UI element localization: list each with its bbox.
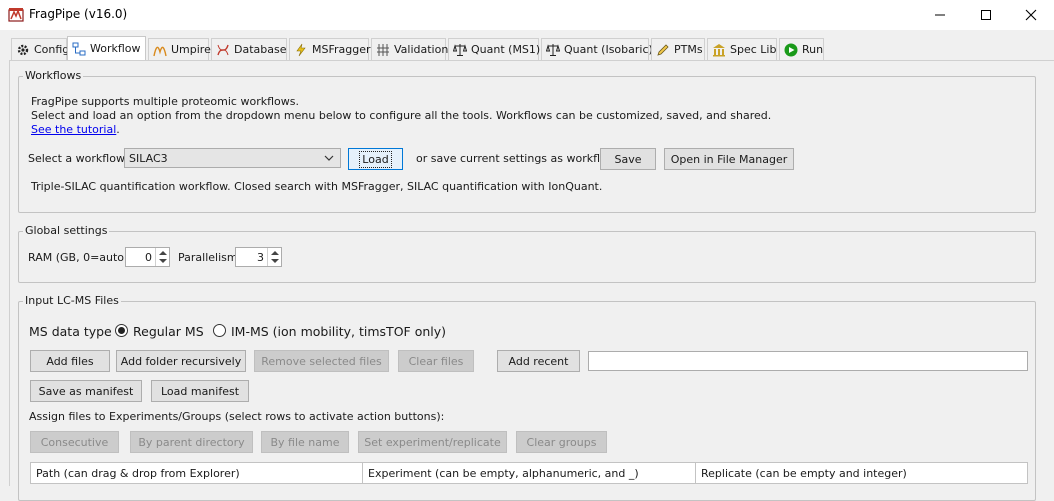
- pencil-icon: [657, 43, 669, 56]
- workflow-select[interactable]: SILAC3: [124, 148, 341, 168]
- tab-label: Validation: [394, 43, 449, 56]
- radio-im-ms-label[interactable]: IM-MS (ion mobility, timsTOF only): [231, 324, 446, 339]
- workflows-group: Workflows FragPipe supports multiple pro…: [18, 69, 1036, 213]
- tab-label: Run: [802, 43, 824, 56]
- spin-up-icon[interactable]: [271, 251, 279, 255]
- scale-icon: [546, 43, 560, 56]
- add-files-button[interactable]: Add files: [30, 350, 110, 372]
- ram-value: 0: [145, 251, 152, 264]
- scale-icon: [453, 43, 467, 56]
- input-files-title: Input LC-MS Files: [23, 294, 121, 307]
- tutorial-period: .: [116, 123, 120, 136]
- tab-config[interactable]: Config: [11, 38, 70, 60]
- consecutive-button[interactable]: Consecutive: [30, 431, 119, 453]
- assign-groups-label: Assign files to Experiments/Groups (sele…: [29, 410, 445, 423]
- column-header-experiment[interactable]: Experiment (can be empty, alphanumeric, …: [363, 463, 696, 483]
- window-title: FragPipe (v16.0): [29, 7, 128, 21]
- set-experiment-replicate-button[interactable]: Set experiment/replicate: [358, 431, 507, 453]
- ram-spinner[interactable]: 0: [125, 247, 170, 267]
- umpire-icon: [153, 46, 167, 56]
- tab-validation[interactable]: Validation: [371, 38, 449, 60]
- database-icon: [217, 44, 229, 55]
- radio-im-ms[interactable]: [213, 324, 226, 337]
- ram-label: RAM (GB, 0=auto): [28, 251, 129, 264]
- ms-data-type-label: MS data type: [29, 324, 112, 339]
- tab-run[interactable]: Run: [779, 38, 824, 60]
- files-table-header: Path (can drag & drop from Explorer) Exp…: [30, 462, 1028, 484]
- minimize-button[interactable]: [917, 0, 963, 30]
- maximize-icon: [981, 10, 991, 20]
- workflows-intro-line2: Select and load an option from the dropd…: [31, 109, 772, 122]
- radio-regular-ms-label[interactable]: Regular MS: [133, 324, 204, 339]
- workflow-select-value: SILAC3: [129, 151, 168, 165]
- parallelism-spinner[interactable]: 3: [235, 247, 282, 267]
- clear-files-button[interactable]: Clear files: [398, 350, 474, 372]
- recent-files-field[interactable]: [588, 351, 1028, 371]
- add-recent-button[interactable]: Add recent: [497, 350, 580, 372]
- close-icon: [1025, 9, 1037, 21]
- tab-msfragger[interactable]: MSFragger: [289, 38, 371, 60]
- tab-database[interactable]: Database: [211, 38, 287, 60]
- open-in-file-manager-button[interactable]: Open in File Manager: [664, 148, 794, 170]
- workflow-tab-panel: Workflows FragPipe supports multiple pro…: [9, 60, 1054, 501]
- tab-label: Spec Lib: [730, 43, 777, 56]
- column-header-path[interactable]: Path (can drag & drop from Explorer): [31, 463, 363, 483]
- radio-regular-ms[interactable]: [115, 324, 128, 337]
- main-tab-strip: Config Workflow Umpire Database MSFragge…: [0, 36, 1054, 60]
- by-parent-directory-button[interactable]: By parent directory: [130, 431, 253, 453]
- tab-label: Config: [34, 43, 70, 56]
- spin-up-icon[interactable]: [159, 251, 167, 255]
- tab-quant-ms1[interactable]: Quant (MS1): [448, 38, 541, 60]
- save-workflow-button[interactable]: Save: [600, 148, 656, 170]
- library-icon: [713, 43, 725, 56]
- load-manifest-button[interactable]: Load manifest: [151, 380, 249, 402]
- parallelism-label: Parallelism: [178, 251, 238, 264]
- validation-icon: [377, 43, 389, 56]
- tab-label: PTMs: [674, 43, 703, 56]
- tab-label: Quant (MS1): [471, 43, 541, 56]
- maximize-button[interactable]: [963, 0, 1009, 30]
- tab-label: Workflow: [90, 42, 141, 55]
- title-bar: FragPipe (v16.0): [0, 0, 1054, 30]
- workflows-intro-line1: FragPipe supports multiple proteomic wor…: [31, 95, 299, 108]
- tab-label: Umpire: [171, 43, 211, 56]
- fragpipe-app-icon: [8, 7, 24, 23]
- parallelism-spin-buttons[interactable]: [267, 248, 281, 266]
- input-files-group: Input LC-MS Files MS data type Regular M…: [18, 294, 1036, 501]
- workflow-description: Triple-SILAC quantification workflow. Cl…: [31, 180, 603, 193]
- spin-down-icon[interactable]: [271, 259, 279, 263]
- tab-ptms[interactable]: PTMs: [651, 38, 705, 60]
- gear-icon: [17, 44, 29, 55]
- tab-workflow[interactable]: Workflow: [67, 36, 146, 60]
- column-header-replicate[interactable]: Replicate (can be empty and integer): [696, 463, 1027, 483]
- tab-umpire[interactable]: Umpire: [148, 38, 211, 60]
- msfragger-icon: [296, 43, 306, 56]
- load-workflow-button[interactable]: Load: [348, 148, 403, 170]
- clear-groups-button[interactable]: Clear groups: [516, 431, 607, 453]
- play-icon: [784, 43, 798, 56]
- tutorial-link[interactable]: See the tutorial: [31, 123, 116, 136]
- global-settings-group: Global settings RAM (GB, 0=auto) 0 Paral…: [18, 224, 1036, 283]
- by-file-name-button[interactable]: By file name: [261, 431, 349, 453]
- minimize-icon: [935, 14, 945, 16]
- remove-selected-files-button[interactable]: Remove selected files: [254, 350, 389, 372]
- select-workflow-label: Select a workflow:: [28, 152, 129, 165]
- tab-label: Database: [234, 43, 287, 56]
- close-button[interactable]: [1008, 0, 1054, 30]
- ram-spin-buttons[interactable]: [155, 248, 169, 266]
- chevron-down-icon: [324, 155, 334, 161]
- tab-quant-isobaric[interactable]: Quant (Isobaric): [541, 38, 653, 60]
- tab-spec-lib[interactable]: Spec Lib: [707, 38, 777, 60]
- spin-down-icon[interactable]: [159, 259, 167, 263]
- save-workflow-hint: or save current settings as workflow: [416, 152, 616, 165]
- global-settings-title: Global settings: [23, 224, 110, 237]
- save-as-manifest-button[interactable]: Save as manifest: [30, 380, 142, 402]
- workflow-icon: [72, 42, 86, 55]
- workflows-group-title: Workflows: [23, 69, 84, 82]
- parallelism-value: 3: [257, 251, 264, 264]
- add-folder-recursively-button[interactable]: Add folder recursively: [116, 350, 246, 372]
- tab-label: MSFragger: [312, 43, 371, 56]
- tutorial-line: See the tutorial.: [31, 123, 120, 136]
- tab-label: Quant (Isobaric): [564, 43, 653, 56]
